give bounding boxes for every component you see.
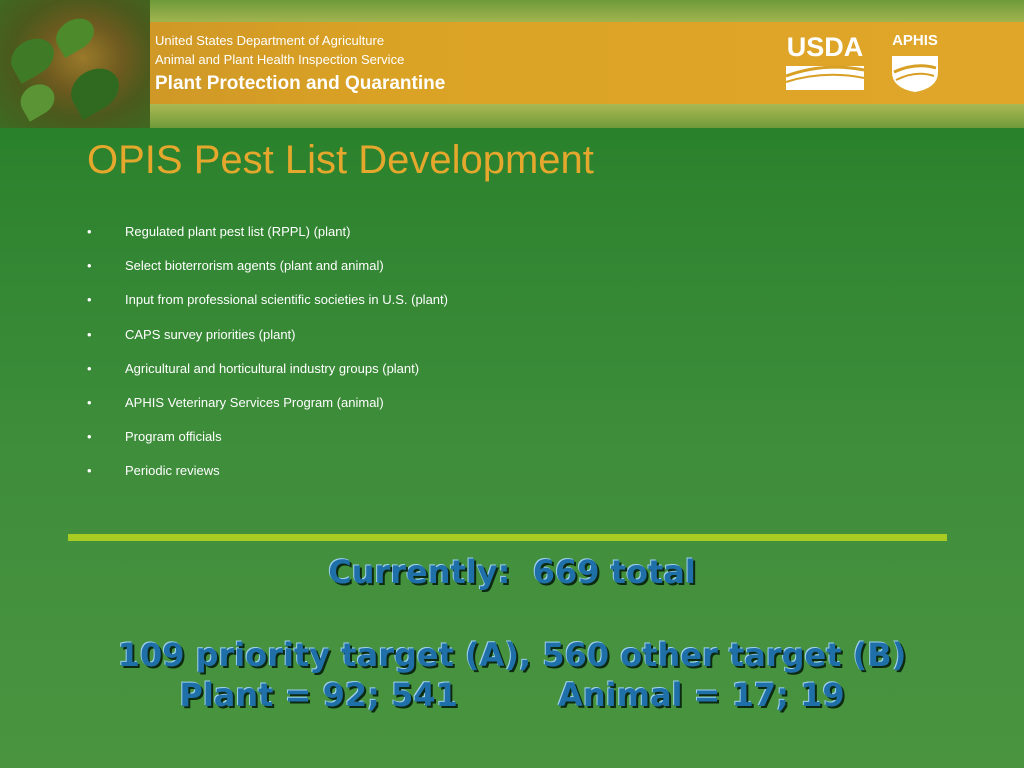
- bullet-text: Regulated plant pest list (RPPL) (plant): [125, 224, 351, 239]
- usda-logo-text: USDA: [786, 32, 864, 62]
- header-banner: United States Department of Agriculture …: [0, 0, 1024, 128]
- bullet-text: APHIS Veterinary Services Program (anima…: [125, 394, 384, 410]
- aphis-logo: APHIS: [886, 32, 944, 94]
- aphis-logo-text: APHIS: [892, 32, 938, 49]
- summary-targets: 109 priority target (A), 560 other targe…: [117, 636, 907, 674]
- bullet-icon: •: [87, 292, 92, 308]
- bullet-icon: •: [87, 360, 92, 376]
- usda-logo: USDA: [784, 32, 866, 92]
- bullet-icon: •: [87, 429, 92, 445]
- slide-title: OPIS Pest List Development: [87, 138, 594, 182]
- summary-breakdown: Plant = 92; 541 Animal = 17; 19: [179, 676, 845, 714]
- bullet-icon: •: [87, 224, 92, 239]
- agency-line-1: United States Department of Agriculture: [155, 33, 385, 48]
- header-band: [0, 22, 1024, 104]
- bullet-icon: •: [87, 463, 92, 479]
- bullet-text: Agricultural and horticultural industry …: [125, 360, 420, 376]
- bullet-icon: •: [87, 394, 92, 410]
- bullet-text: Periodic reviews: [125, 463, 220, 479]
- bullet-text: CAPS survey priorities (plant): [125, 326, 296, 342]
- divider-line: [68, 534, 947, 541]
- summary-total: Currently: 669 total: [328, 553, 696, 591]
- bullet-icon: •: [87, 326, 92, 342]
- program-name: Plant Protection and Quarantine: [155, 73, 446, 94]
- plant-photo: [0, 0, 150, 128]
- bullet-icon: •: [87, 258, 92, 274]
- bullet-text: Program officials: [125, 429, 222, 445]
- bullet-text: Input from professional scientific socie…: [125, 292, 448, 308]
- agency-line-2: Animal and Plant Health Inspection Servi…: [155, 52, 405, 67]
- bullet-text: Select bioterrorism agents (plant and an…: [125, 258, 384, 274]
